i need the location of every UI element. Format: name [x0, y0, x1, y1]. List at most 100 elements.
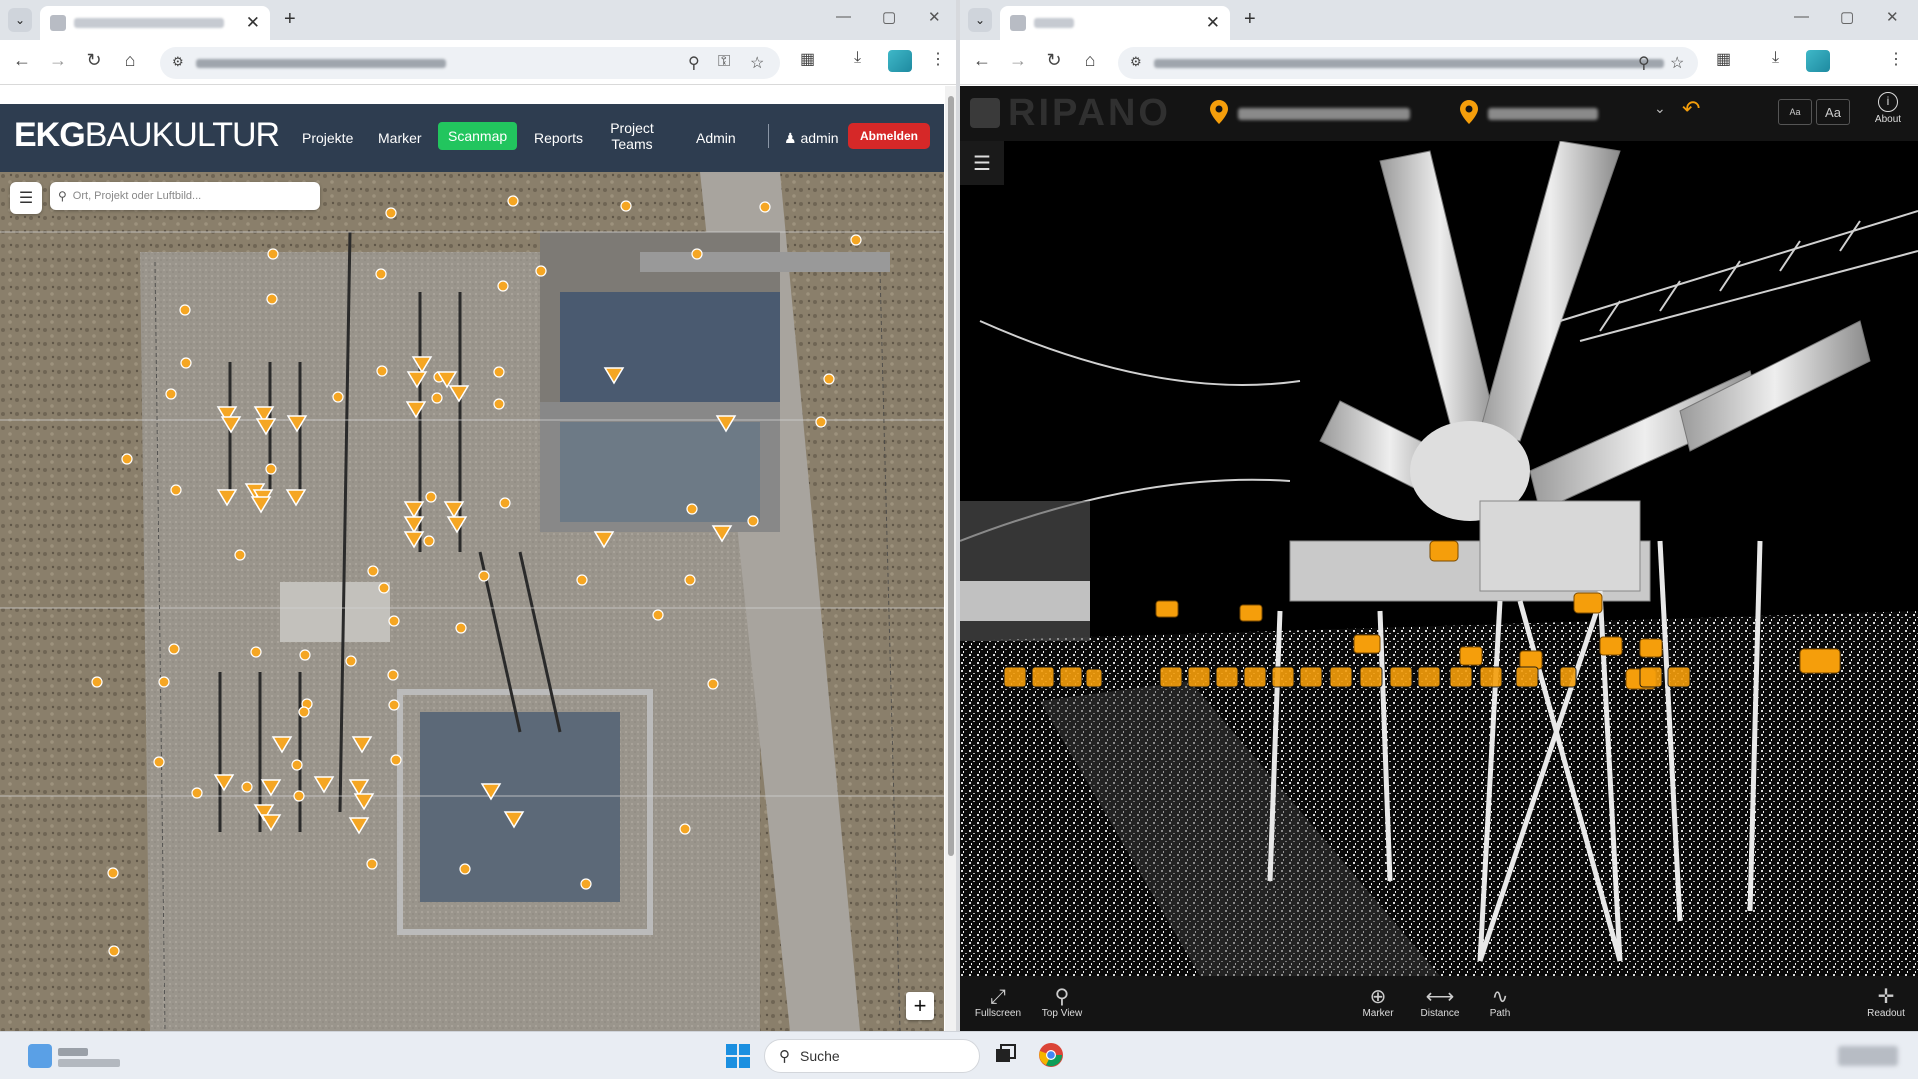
ekg-logo[interactable]: EKGBAUKULTUR: [14, 116, 280, 155]
close-tab-icon[interactable]: ✕: [1206, 13, 1220, 33]
scan-name-blurred[interactable]: [1488, 108, 1598, 120]
path-button[interactable]: ∿ Path: [1470, 986, 1530, 1019]
zoom-icon[interactable]: ⚲: [688, 53, 700, 73]
tab-ripano[interactable]: ✕: [1000, 6, 1230, 40]
tab-search-icon[interactable]: ⌄: [8, 8, 32, 32]
back-icon[interactable]: ←: [10, 50, 34, 71]
project-name-blurred[interactable]: [1238, 108, 1410, 120]
about-label: About: [1874, 114, 1902, 125]
site-info-icon[interactable]: ⚙: [172, 54, 184, 70]
url-text: [1154, 59, 1664, 68]
scrollbar-thumb[interactable]: [948, 96, 954, 856]
menu-dots-icon[interactable]: ⋮: [930, 49, 946, 69]
extensions-icon[interactable]: ▦: [800, 49, 815, 69]
tab-search-icon[interactable]: ⌄: [968, 8, 992, 32]
chrome-icon[interactable]: [1038, 1042, 1064, 1068]
marker-button[interactable]: ⊕ Marker: [1348, 986, 1408, 1019]
nav-project-teams[interactable]: Project Teams: [610, 120, 654, 152]
undo-icon[interactable]: ↶: [1682, 96, 1700, 122]
tab-ekg[interactable]: ✕: [40, 6, 270, 40]
fullscreen-label: Fullscreen: [974, 1008, 1022, 1019]
reload-icon[interactable]: ↻: [1042, 50, 1066, 71]
extensions-icon[interactable]: ▦: [1716, 49, 1731, 69]
fullscreen-button[interactable]: ⤢ Fullscreen: [968, 986, 1028, 1019]
filter-icon[interactable]: ☰: [10, 182, 42, 214]
maximize-icon[interactable]: ▢: [1840, 8, 1854, 26]
scanmap-aerial-map[interactable]: ☰ ⚲ Ort, Projekt oder Luftbild... +: [0, 172, 944, 1031]
close-tab-icon[interactable]: ✕: [246, 13, 260, 33]
user-icon: ♟: [784, 130, 797, 146]
distance-label: Distance: [1420, 1008, 1460, 1019]
ripano-logo: RIPANO: [1008, 92, 1171, 134]
bookmark-star-icon[interactable]: ☆: [1670, 53, 1684, 73]
new-tab-icon[interactable]: +: [1244, 8, 1256, 31]
browser-toolbar: ← → ↻ ⌂ ⚙ ⚲ ⚿ ☆ ▦ ⤓ ⋮: [0, 40, 960, 85]
hamburger-menu-icon[interactable]: ☰: [960, 141, 1004, 185]
user-name: admin: [800, 130, 839, 146]
menu-dots-icon[interactable]: ⋮: [1888, 49, 1904, 69]
path-icon: ∿: [1491, 986, 1509, 1008]
search-icon: ⚲: [779, 1048, 790, 1065]
info-icon: i: [1878, 92, 1898, 112]
home-icon[interactable]: ⌂: [118, 50, 142, 71]
address-bar[interactable]: ⚙ ⚲ ⚿ ☆: [160, 47, 780, 79]
home-icon[interactable]: ⌂: [1078, 50, 1102, 71]
windows-taskbar: ⚲ Suche: [0, 1031, 1918, 1079]
crosshair-icon: ⊕: [1369, 986, 1387, 1008]
top-view-icon: ⚲: [1054, 986, 1070, 1008]
new-tab-icon[interactable]: +: [284, 8, 296, 31]
nav-reports[interactable]: Reports: [534, 130, 583, 146]
taskbar-search-label: Suche: [800, 1048, 840, 1064]
about-button[interactable]: i About: [1866, 92, 1910, 125]
address-bar[interactable]: ⚙ ⚲ ☆: [1118, 47, 1698, 79]
left-browser-window: ⌄ ✕ + — ▢ ✕ ← → ↻ ⌂ ⚙ ⚲ ⚿ ☆ ▦ ⤓ ⋮ EKGBAU…: [0, 0, 960, 1031]
distance-button[interactable]: ⟷ Distance: [1410, 986, 1470, 1019]
fullscreen-icon: ⤢: [990, 986, 1006, 1008]
nav-scanmap[interactable]: Scanmap: [438, 122, 518, 150]
location-pin-icon[interactable]: [1210, 100, 1228, 124]
weather-widget[interactable]: [20, 1040, 130, 1072]
password-key-icon[interactable]: ⚿: [718, 53, 730, 71]
marker-label: Marker: [1362, 1008, 1394, 1019]
chevron-down-icon[interactable]: ⌄: [1654, 100, 1666, 117]
download-icon[interactable]: ⤓: [854, 49, 861, 67]
maximize-icon[interactable]: ▢: [882, 8, 896, 26]
favicon-icon: [1010, 15, 1026, 31]
zoom-icon[interactable]: ⚲: [1638, 53, 1650, 73]
forward-icon[interactable]: →: [46, 50, 70, 71]
user-menu[interactable]: ♟ admin: [784, 130, 839, 146]
close-window-icon[interactable]: ✕: [1886, 8, 1899, 26]
download-icon[interactable]: ⤓: [1772, 49, 1779, 67]
task-view-icon[interactable]: [992, 1042, 1018, 1068]
profile-avatar[interactable]: [888, 50, 912, 72]
browser-toolbar: ← → ↻ ⌂ ⚙ ⚲ ☆ ▦ ⤓ ⋮: [960, 40, 1918, 85]
tab-title: [74, 18, 224, 28]
top-view-button[interactable]: ⚲ Top View: [1032, 986, 1092, 1019]
profile-avatar[interactable]: [1806, 50, 1830, 72]
minimize-icon[interactable]: —: [1794, 8, 1809, 25]
minimize-icon[interactable]: —: [836, 8, 851, 25]
bookmark-star-icon[interactable]: ☆: [750, 53, 764, 73]
site-info-icon[interactable]: ⚙: [1130, 54, 1142, 70]
readout-button[interactable]: ✛ Readout: [1856, 986, 1916, 1019]
nav-marker[interactable]: Marker: [378, 130, 422, 146]
reload-icon[interactable]: ↻: [82, 50, 106, 71]
distance-icon: ⟷: [1425, 986, 1455, 1008]
font-large-button[interactable]: Aa: [1816, 99, 1850, 125]
nav-projekte[interactable]: Projekte: [302, 130, 353, 146]
map-search-input[interactable]: ⚲ Ort, Projekt oder Luftbild...: [50, 182, 320, 210]
font-small-button[interactable]: Aa: [1778, 99, 1812, 125]
logout-button[interactable]: Abmelden: [848, 123, 930, 149]
start-button[interactable]: [726, 1044, 750, 1068]
taskbar-search[interactable]: ⚲ Suche: [764, 1039, 980, 1073]
zoom-in-button[interactable]: +: [906, 992, 934, 1020]
map-search-placeholder: Ort, Projekt oder Luftbild...: [72, 190, 202, 202]
forward-icon[interactable]: →: [1006, 50, 1030, 71]
pointcloud-viewer[interactable]: [960, 141, 1918, 976]
close-window-icon[interactable]: ✕: [928, 8, 941, 26]
back-icon[interactable]: ←: [970, 50, 994, 71]
nav-admin[interactable]: Admin: [696, 130, 736, 146]
system-clock[interactable]: [1838, 1046, 1898, 1066]
page-content: RIPANO ⌄ ↶ Aa Aa i About ☰ ⤢ Fullscreen …: [960, 86, 1918, 1031]
scan-pin-icon[interactable]: [1460, 100, 1478, 124]
